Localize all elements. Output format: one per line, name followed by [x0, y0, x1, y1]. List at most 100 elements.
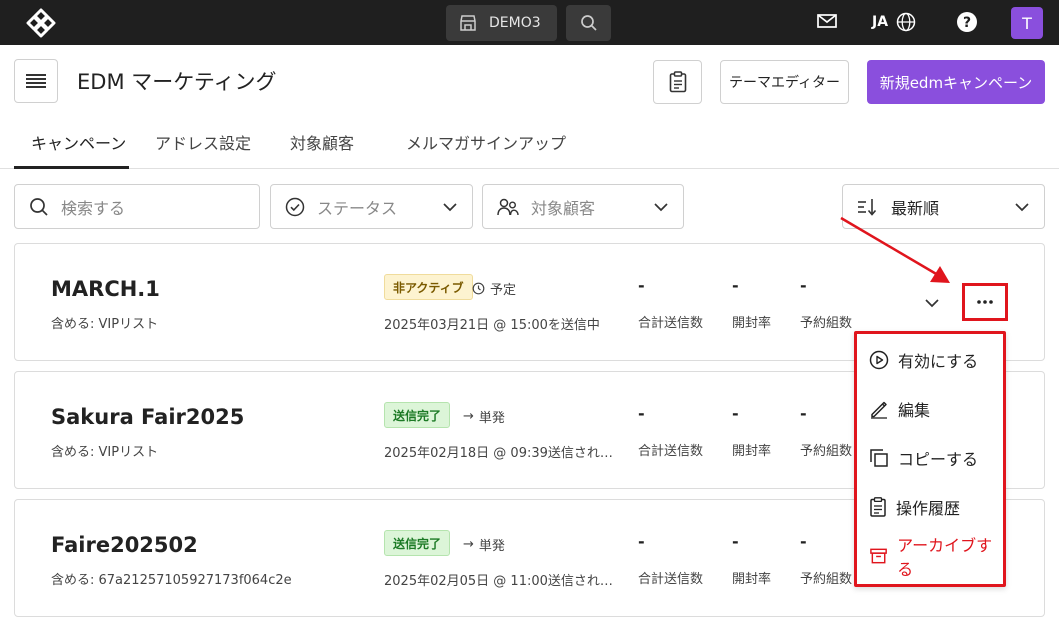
total-sent-label: 合計送信数 — [638, 316, 704, 331]
clipboard-icon — [669, 71, 686, 93]
menu-item-label: 操作履歴 — [896, 499, 961, 518]
new-campaign-button[interactable]: 新規edmキャンペーン — [867, 60, 1045, 104]
svg-text:?: ? — [963, 15, 971, 31]
open-rate-value: - — [732, 404, 739, 423]
total-sent-value: - — [638, 404, 645, 423]
search-icon — [580, 15, 597, 31]
hamburger-icon — [26, 74, 46, 88]
global-search-button[interactable] — [566, 5, 611, 41]
menu-item-label: 編集 — [898, 401, 931, 420]
open-rate-label: 開封率 — [732, 444, 772, 459]
status-badge: 送信完了 — [384, 402, 451, 428]
bookings-value: - — [800, 404, 807, 423]
chevron-down-icon — [654, 203, 668, 212]
search-input[interactable]: 検索する — [14, 184, 260, 229]
tab-newsletter-signup[interactable]: メルマガサインアップ — [406, 130, 566, 154]
status-badge: 送信完了 — [384, 530, 451, 556]
menu-item-label: コピーする — [898, 450, 979, 469]
globe-icon — [896, 12, 916, 32]
chevron-down-icon — [443, 203, 457, 212]
store-name: DEMO3 — [489, 15, 541, 31]
users-icon — [497, 198, 519, 215]
store-selector-button[interactable]: DEMO3 — [446, 5, 557, 41]
play-circle-icon — [869, 350, 889, 370]
bookings-value: - — [800, 532, 807, 551]
total-sent-label: 合計送信数 — [638, 444, 704, 459]
open-rate-label: 開封率 — [732, 316, 772, 331]
search-icon — [30, 197, 48, 216]
audience-filter-label: 対象顧客 — [531, 198, 596, 218]
open-rate-value: - — [732, 276, 739, 295]
arrow-right-icon: → — [463, 409, 474, 424]
bookings-label: 予約組数 — [800, 316, 853, 331]
check-circle-icon — [285, 197, 305, 216]
status-filter-dropdown[interactable]: ステータス — [270, 184, 473, 229]
help-icon[interactable]: ? — [956, 11, 978, 33]
store-icon — [460, 15, 476, 31]
tab-address-settings[interactable]: アドレス設定 — [155, 130, 251, 154]
archive-icon — [870, 548, 887, 564]
status-badge: 非アクティブ — [384, 274, 473, 300]
menu-item-label: 有効にする — [898, 352, 979, 371]
tab-bar: キャンペーン アドレス設定 対象顧客 メルマガサインアップ — [0, 124, 1059, 169]
campaign-audience: 含める: 67a21257105927173f064c2e — [51, 573, 292, 588]
active-tab-indicator — [14, 166, 129, 169]
actions-menu: 有効にする 編集 コピーする 操作履歴 アーカイブする — [854, 331, 1006, 587]
menu-item-edit[interactable]: 編集 — [869, 396, 930, 422]
open-rate-value: - — [732, 532, 739, 551]
clipboard-icon — [870, 497, 886, 517]
sort-label: 最新順 — [891, 198, 940, 218]
chevron-down-icon — [1015, 203, 1029, 212]
menu-item-label: アーカイブする — [897, 536, 993, 579]
more-actions-button[interactable] — [962, 283, 1008, 321]
sidebar-toggle-button[interactable] — [14, 59, 58, 103]
clipboard-button[interactable] — [653, 60, 702, 104]
open-rate-label: 開封率 — [732, 572, 772, 587]
app-logo-icon[interactable] — [26, 8, 56, 38]
campaign-date: 2025年03月21日 @ 15:00を送信中 — [384, 318, 600, 333]
campaign-audience: 含める: VIPリスト — [51, 445, 159, 460]
campaign-name: MARCH.1 — [51, 277, 160, 301]
send-type: → 単発 — [463, 407, 505, 426]
campaign-name: Sakura Fair2025 — [51, 405, 245, 429]
expand-chevron-icon[interactable] — [923, 294, 941, 312]
audience-filter-dropdown[interactable]: 対象顧客 — [482, 184, 684, 229]
top-bar: DEMO3 JA ? T — [0, 0, 1059, 45]
bookings-value: - — [800, 276, 807, 295]
send-type-label: 予定 — [490, 283, 517, 298]
campaign-name: Faire202502 — [51, 533, 198, 557]
total-sent-value: - — [638, 276, 645, 295]
search-placeholder: 検索する — [61, 198, 126, 218]
campaign-audience: 含める: VIPリスト — [51, 317, 159, 332]
menu-item-history[interactable]: 操作履歴 — [869, 494, 960, 520]
bookings-label: 予約組数 — [800, 444, 853, 459]
tab-campaigns[interactable]: キャンペーン — [31, 130, 126, 154]
total-sent-label: 合計送信数 — [638, 572, 704, 587]
send-type-label: 単発 — [478, 411, 505, 426]
clock-icon — [472, 282, 485, 295]
menu-item-activate[interactable]: 有効にする — [869, 347, 978, 373]
user-avatar[interactable]: T — [1011, 7, 1043, 39]
pencil-icon — [871, 401, 887, 419]
language-code: JA — [872, 14, 889, 30]
campaign-date: 2025年02月18日 @ 09:39送信されました — [384, 446, 616, 461]
menu-item-archive[interactable]: アーカイブする — [869, 536, 1003, 579]
send-type: → 単発 — [463, 535, 505, 554]
bookings-label: 予約組数 — [800, 572, 853, 587]
page-title: EDM マーケティング — [77, 70, 277, 94]
sort-icon — [858, 198, 877, 216]
ellipsis-icon — [977, 300, 993, 304]
language-selector[interactable]: JA — [872, 12, 916, 32]
theme-editor-button[interactable]: テーマエディター — [720, 60, 849, 104]
status-filter-label: ステータス — [317, 198, 398, 218]
total-sent-value: - — [638, 532, 645, 551]
arrow-right-icon: → — [463, 537, 474, 552]
menu-item-copy[interactable]: コピーする — [869, 445, 978, 471]
tab-target-customers[interactable]: 対象顧客 — [290, 130, 354, 154]
copy-icon — [870, 449, 888, 467]
send-type: 予定 — [472, 279, 516, 298]
send-type-label: 単発 — [478, 539, 505, 554]
campaign-date: 2025年02月05日 @ 11:00送信されました — [384, 574, 616, 589]
sort-dropdown[interactable]: 最新順 — [842, 184, 1045, 229]
mail-icon[interactable] — [816, 12, 838, 30]
